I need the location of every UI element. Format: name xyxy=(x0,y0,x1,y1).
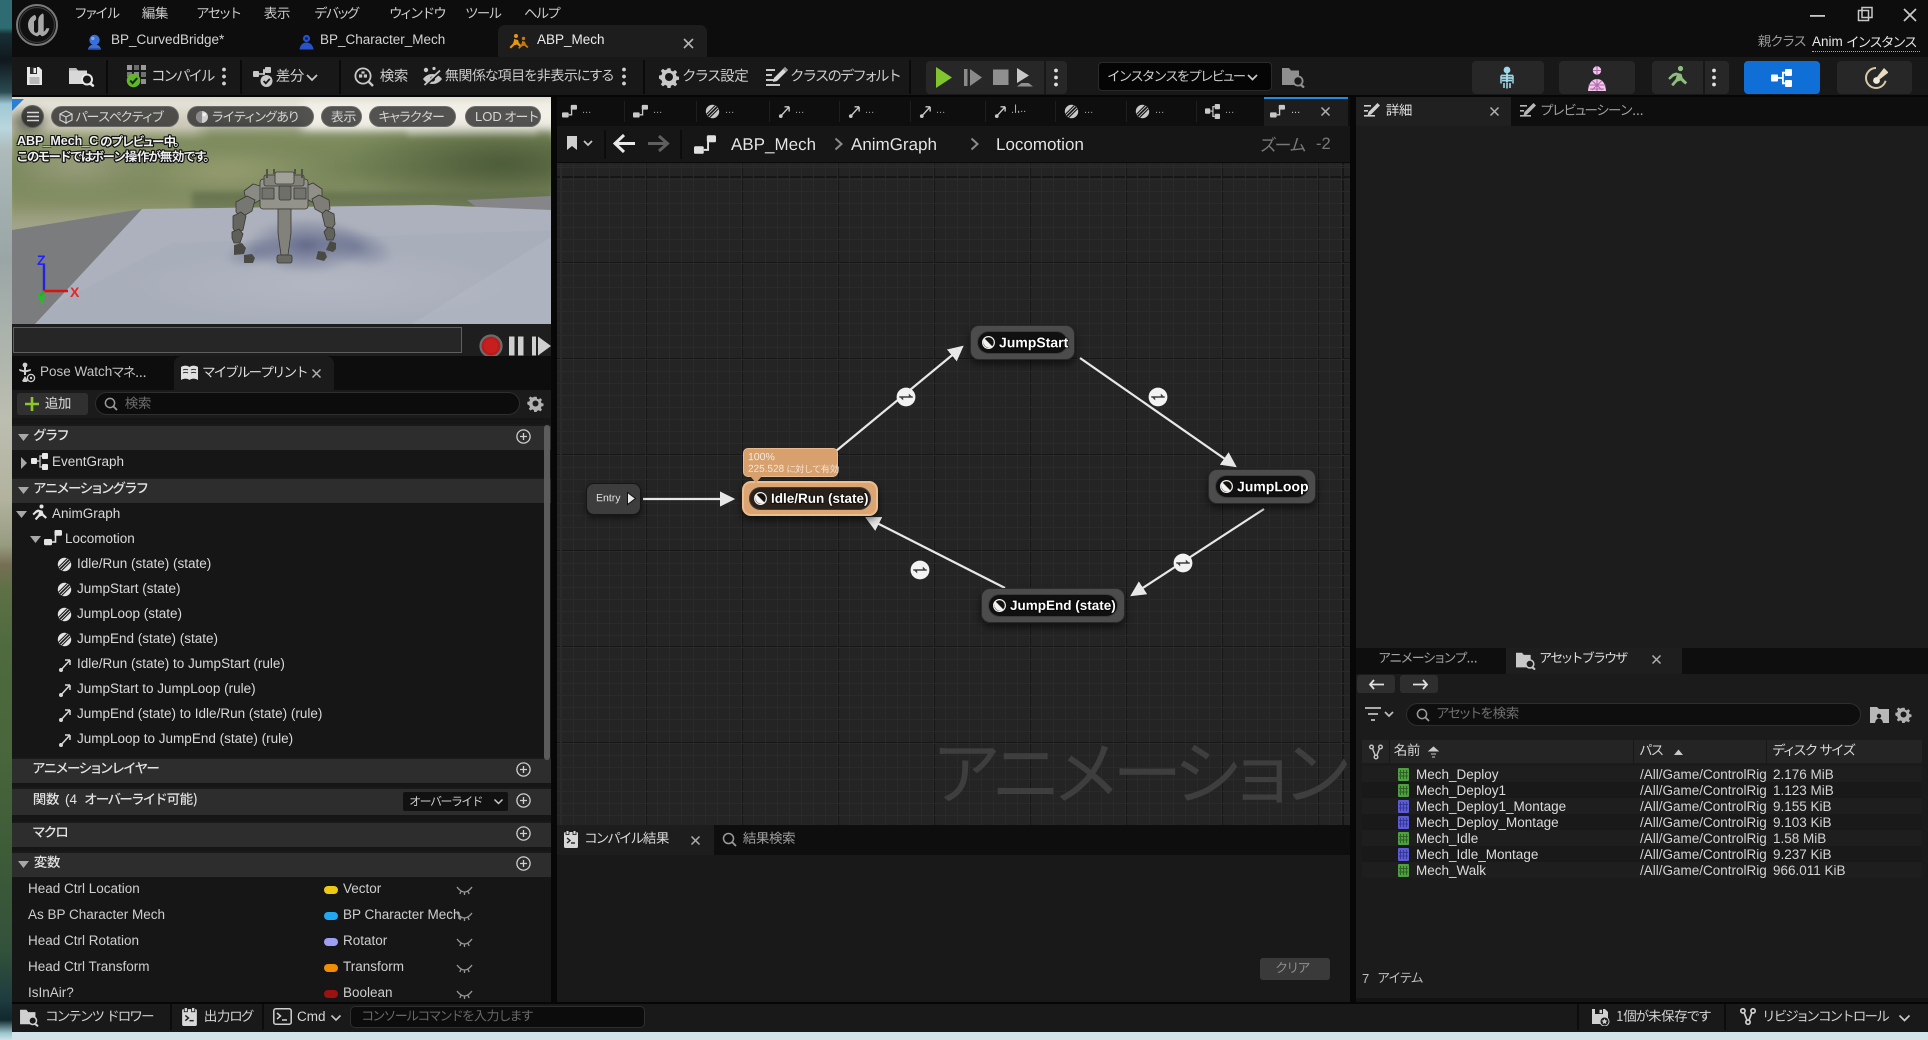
svg-text:X: X xyxy=(70,284,80,300)
svg-text:Y: Y xyxy=(37,291,47,305)
svg-text:Z: Z xyxy=(37,253,46,268)
